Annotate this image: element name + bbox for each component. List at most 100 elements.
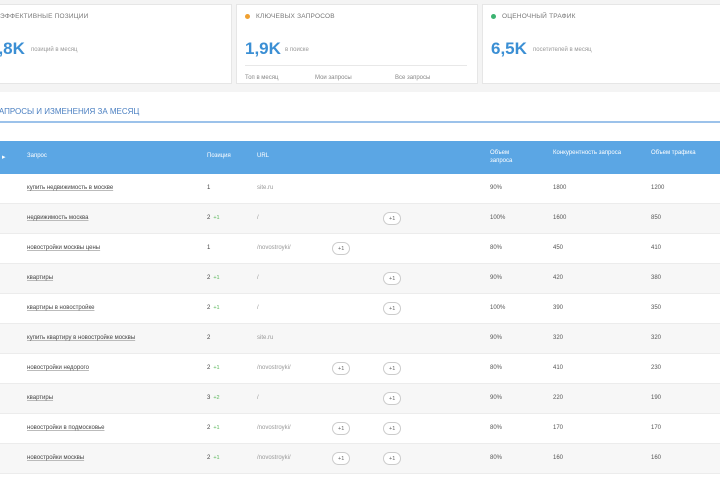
- stat-value: 1,9K: [245, 39, 281, 58]
- sort-arrow-icon[interactable]: ▸: [2, 153, 6, 161]
- url-link[interactable]: /novostroyki/: [257, 245, 291, 251]
- change-badge[interactable]: +1: [383, 212, 402, 225]
- volume-cell: 100%: [490, 305, 506, 311]
- url-link[interactable]: /: [257, 275, 259, 281]
- position-cell: 2 +1: [207, 455, 220, 461]
- url-badge[interactable]: +1: [332, 242, 351, 255]
- section-title[interactable]: Запросы и изменения за месяц: [0, 107, 139, 116]
- competition-cell: 410: [553, 365, 564, 371]
- keyword-link[interactable]: новостройки в подмосковье: [27, 425, 104, 431]
- stat-card-title: Эффективные позиции: [0, 13, 89, 20]
- traffic-cell: 170: [651, 425, 662, 431]
- position-value: 2: [207, 335, 211, 341]
- url-link[interactable]: /: [257, 305, 259, 311]
- table-row[interactable]: купить недвижимость в москве 1 site.ru 90% 1…: [0, 174, 720, 204]
- keyword-link[interactable]: новостройки недорого: [27, 365, 89, 371]
- table-row[interactable]: квартиры 3 +2 / +1 90% 220 190: [0, 384, 720, 414]
- change-badge[interactable]: +1: [383, 362, 402, 375]
- link-all[interactable]: Все запросы: [395, 75, 430, 81]
- competition-cell: 160: [553, 455, 564, 461]
- keyword-link[interactable]: квартиры в новостройке: [27, 305, 94, 311]
- url-link[interactable]: /novostroyki/: [257, 365, 291, 371]
- volume-cell: 80%: [490, 365, 503, 371]
- stat-value: 5,8K: [0, 39, 25, 58]
- table-header: ▸ Запрос Позиция URL Объем запроса Конку…: [0, 141, 720, 174]
- position-cell: 1: [207, 185, 213, 191]
- change-badge[interactable]: +1: [383, 452, 402, 465]
- table-row[interactable]: новостройки москвы 2 +1/novostroyki/+1 +1 80…: [0, 444, 720, 474]
- link-my[interactable]: Мои запросы: [315, 75, 352, 81]
- stat-sub: в поиске: [285, 47, 309, 53]
- competition-cell: 170: [553, 425, 564, 431]
- keyword-link[interactable]: новостройки москвы: [27, 455, 84, 461]
- position-value: 2: [207, 365, 211, 371]
- position-change: +2: [213, 395, 220, 401]
- traffic-cell: 380: [651, 275, 662, 281]
- table-row[interactable]: квартиры 2 +1/+1 90% 420 380: [0, 264, 720, 294]
- header-traffic[interactable]: Объем трафика: [651, 149, 719, 157]
- url-link[interactable]: /novostroyki/: [257, 455, 291, 461]
- change-badge[interactable]: +1: [383, 422, 402, 435]
- change-badge[interactable]: +1: [383, 272, 402, 285]
- stat-card-positions: Эффективные позиции 5,8K позиций в месяц: [0, 4, 232, 84]
- url-link[interactable]: /: [257, 395, 259, 401]
- keyword-link[interactable]: квартиры: [27, 275, 53, 281]
- traffic-cell: 850: [651, 215, 662, 221]
- position-change: +1: [213, 275, 220, 281]
- table-row[interactable]: новостройки москвы цены 1/novostroyki/ +1 8…: [0, 234, 720, 264]
- url-badge[interactable]: +1: [332, 422, 351, 435]
- header-competition[interactable]: Конкурентность запроса: [553, 149, 633, 157]
- position-value: 2: [207, 425, 211, 431]
- stat-card-title: Оценочный трафик: [491, 13, 576, 20]
- section-underline: [0, 121, 720, 123]
- volume-cell: 90%: [490, 335, 503, 341]
- table-row[interactable]: недвижимость москва 2 +1/+1 100% 1600 850: [0, 204, 720, 234]
- volume-cell: 90%: [490, 275, 503, 281]
- url-badge[interactable]: +1: [332, 452, 351, 465]
- stats-panel: Эффективные позиции 5,8K позиций в месяц…: [0, 0, 720, 92]
- header-volume[interactable]: Объем запроса: [490, 149, 530, 165]
- keyword-link[interactable]: купить квартиру в новостройке москвы: [27, 335, 135, 341]
- position-cell: 2 +1: [207, 425, 220, 431]
- url-link[interactable]: site.ru: [257, 335, 273, 341]
- header-position[interactable]: Позиция: [207, 152, 231, 160]
- position-value: 2: [207, 305, 211, 311]
- volume-cell: 80%: [490, 245, 503, 251]
- stat-sub: позиций в месяц: [31, 47, 78, 53]
- header-url[interactable]: URL: [257, 152, 269, 160]
- position-change: +1: [213, 455, 220, 461]
- position-cell: 2: [207, 335, 213, 341]
- competition-cell: 420: [553, 275, 564, 281]
- dot-icon: [245, 13, 250, 19]
- position-value: 2: [207, 215, 211, 221]
- url-badge[interactable]: +1: [332, 362, 351, 375]
- table-row[interactable]: новостройки в подмосковье 2 +1/novostroyki…: [0, 414, 720, 444]
- position-value: 2: [207, 275, 211, 281]
- traffic-cell: 1200: [651, 185, 665, 191]
- header-keyword[interactable]: Запрос: [27, 152, 47, 160]
- keyword-link[interactable]: недвижимость москва: [27, 215, 88, 221]
- keyword-link[interactable]: квартиры: [27, 395, 53, 401]
- position-value: 1: [207, 245, 211, 251]
- url-link[interactable]: /: [257, 215, 259, 221]
- table-row[interactable]: купить квартиру в новостройке москвы 2 sit…: [0, 324, 720, 354]
- stat-sub: посетителей в месяц: [533, 47, 592, 53]
- volume-cell: 90%: [490, 395, 503, 401]
- url-link[interactable]: /novostroyki/: [257, 425, 291, 431]
- competition-cell: 450: [553, 245, 564, 251]
- link-top[interactable]: Топ в месяц: [245, 75, 278, 81]
- change-badge[interactable]: +1: [383, 302, 402, 315]
- competition-cell: 220: [553, 395, 564, 401]
- table-row[interactable]: новостройки недорого 2 +1/novostroyki/+1 +1…: [0, 354, 720, 384]
- keyword-link[interactable]: новостройки москвы цены: [27, 245, 100, 251]
- keyword-link[interactable]: купить недвижимость в москве: [27, 185, 113, 191]
- url-link[interactable]: site.ru: [257, 185, 273, 191]
- traffic-cell: 190: [651, 395, 662, 401]
- position-cell: 3 +2: [207, 395, 220, 401]
- position-cell: 2 +1: [207, 275, 220, 281]
- volume-cell: 100%: [490, 215, 506, 221]
- table-row[interactable]: квартиры в новостройке 2 +1/+1 100% 390 350: [0, 294, 720, 324]
- change-badge[interactable]: +1: [383, 392, 402, 405]
- traffic-cell: 350: [651, 305, 662, 311]
- traffic-cell: 230: [651, 365, 662, 371]
